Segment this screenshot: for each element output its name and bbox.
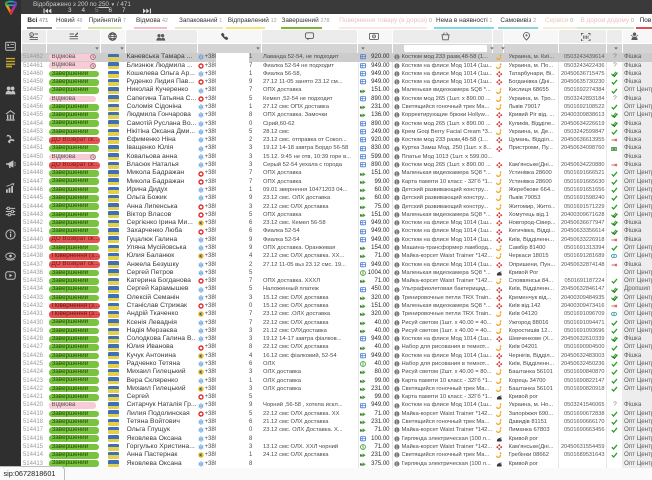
svg-text:c: c	[31, 33, 33, 37]
